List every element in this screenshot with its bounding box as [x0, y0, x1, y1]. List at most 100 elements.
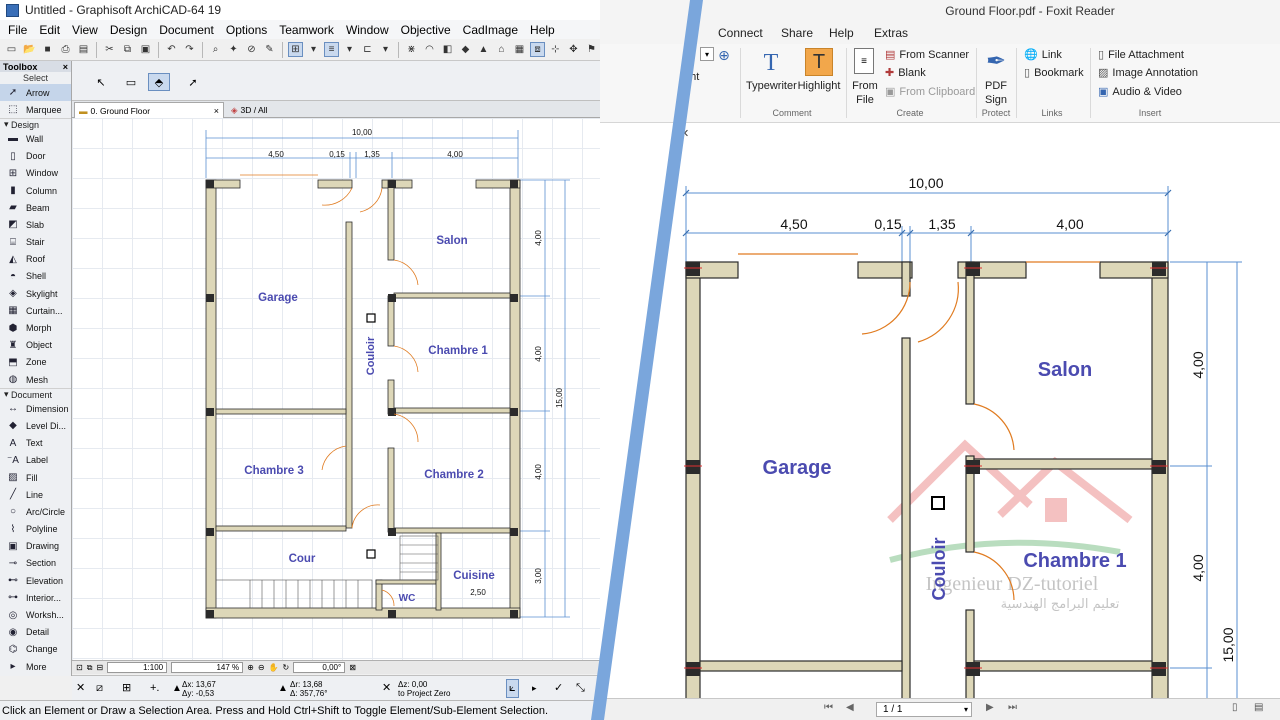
rotate-view-icon[interactable]: ↻ [283, 663, 290, 672]
single-page-icon[interactable]: ▯ [1232, 702, 1238, 713]
tab-ground-floor[interactable]: ▬ 0. Ground Floor × [74, 102, 224, 118]
elevation-icon[interactable]: ▲ [476, 42, 491, 57]
tool-door[interactable]: ▯ Door [0, 148, 71, 165]
tool-morph[interactable]: ⬢ Morph [0, 319, 71, 336]
file-attachment-button[interactable]: ▯ File Attachment [1098, 48, 1184, 62]
fit-in-window-icon[interactable]: ⊟ [96, 663, 103, 672]
zoom-in-icon[interactable]: ⊕ [247, 663, 254, 672]
fit-icon[interactable]: ⊠ [349, 663, 356, 672]
grid-snap-icon[interactable]: ⊹ [548, 42, 563, 57]
origin-icon[interactable]: +. [150, 679, 159, 698]
toolbox-group-document[interactable]: ▾ Document [0, 388, 71, 400]
previous-page-icon[interactable]: ◀ [846, 702, 854, 713]
menu-edit[interactable]: Edit [33, 23, 66, 37]
blank-button[interactable]: ✚ Blank [885, 66, 926, 80]
arrow-selection-icon[interactable]: ↖ [90, 73, 112, 91]
grid-icon[interactable]: ⊞ [122, 679, 131, 698]
zone-marker[interactable] [366, 313, 376, 323]
suspend-groups-icon[interactable]: ⧈ [530, 42, 545, 57]
inject-icon[interactable]: ✎ [262, 42, 277, 57]
tab-3d-all[interactable]: ◈ 3D / All [227, 102, 307, 118]
continuous-page-icon[interactable]: ▤ [1254, 702, 1263, 713]
trace-icon[interactable]: ▦ [512, 42, 527, 57]
undo-icon[interactable]: ↶ [164, 42, 179, 57]
new-file-icon[interactable]: ▭ [4, 42, 19, 57]
image-annotation-button[interactable]: ▨ Image Annotation [1098, 66, 1198, 80]
tool-column[interactable]: ▮ Column [0, 182, 71, 199]
print-icon[interactable]: ⎙ [58, 42, 73, 57]
from-scanner-button[interactable]: ▤ From Scanner [885, 48, 969, 62]
find-select-icon[interactable]: ⌕ [208, 42, 223, 57]
tool-elevation[interactable]: ⊷ Elevation [0, 572, 71, 589]
tool-interior-elevation[interactable]: ⊶ Interior... [0, 589, 71, 606]
menu-cadimage[interactable]: CadImage [457, 23, 524, 37]
dropdown-arrow-icon[interactable]: ▾ [700, 47, 714, 61]
dropdown-arrow-icon[interactable]: ▾ [306, 42, 321, 57]
relative-coords-icon[interactable]: ⟀ [506, 679, 519, 698]
dropdown-arrow-icon[interactable]: ▾ [342, 42, 357, 57]
tool-slab[interactable]: ◩ Slab [0, 216, 71, 233]
pick-up-icon[interactable]: ⊘ [244, 42, 259, 57]
menu-view[interactable]: View [66, 23, 104, 37]
tool-drawing[interactable]: ▣ Drawing [0, 538, 71, 555]
tool-fill[interactable]: ▨ Fill [0, 469, 71, 486]
redo-icon[interactable]: ↷ [182, 42, 197, 57]
tool-roof[interactable]: ◭ Roof [0, 251, 71, 268]
tool-window[interactable]: ⊞ Window [0, 165, 71, 182]
check-icon[interactable]: ✓ [554, 679, 563, 698]
layer-icon[interactable]: ⊞ [288, 42, 303, 57]
tool-curtain-wall[interactable]: ▦ Curtain... [0, 302, 71, 319]
menu-window[interactable]: Window [340, 23, 395, 37]
guide-icon[interactable]: ◠ [422, 42, 437, 57]
tool-arc-circle[interactable]: ○ Arc/Circle [0, 503, 71, 520]
guideline-icon[interactable]: ⤡ [576, 679, 585, 698]
tool-change[interactable]: ⌬ Change [0, 641, 71, 658]
copy-icon[interactable]: ⧉ [120, 42, 135, 57]
tool-level-dimension[interactable]: ◆ Level Di... [0, 417, 71, 434]
tool-skylight[interactable]: ◈ Skylight [0, 285, 71, 302]
tool-polyline[interactable]: ⌇ Polyline [0, 521, 71, 538]
view-settings-icon[interactable]: ⊡ [76, 663, 83, 672]
zoom-in-icon[interactable]: ⊕ [716, 47, 732, 63]
edit-plane-icon[interactable]: ⧄ [96, 679, 103, 698]
rotated-selection-icon[interactable]: ⬘ [148, 73, 170, 91]
menu-objective[interactable]: Objective [395, 23, 457, 37]
tool-detail[interactable]: ◉ Detail [0, 624, 71, 641]
dropdown-arrow-icon[interactable]: ▾ [378, 42, 393, 57]
tool-worksheet[interactable]: ◎ Worksh... [0, 606, 71, 623]
toolbox-group-design[interactable]: ▾ Design [0, 118, 71, 130]
rectangle-selection-icon[interactable]: ▭ [120, 73, 142, 91]
scale-field[interactable]: 1:100 [107, 662, 168, 673]
coord-polar[interactable]: Δr: 13,68 Δ: 357,76° [290, 679, 327, 698]
tool-line[interactable]: ╱ Line [0, 486, 71, 503]
from-clipboard-button[interactable]: ▣ From Clipboard [885, 85, 975, 99]
tool-stair[interactable]: ⌸ Stair [0, 234, 71, 251]
bookmark-button[interactable]: ▯ Bookmark [1024, 66, 1084, 80]
menu-teamwork[interactable]: Teamwork [273, 23, 340, 37]
orientation-field[interactable]: 0,00° [293, 662, 346, 673]
tool-more[interactable]: ▸ More [0, 658, 71, 675]
cut-icon[interactable]: ✂ [102, 42, 117, 57]
toolbox-close-icon[interactable]: × [63, 62, 68, 72]
tab-close-icon[interactable]: × [214, 106, 219, 116]
zoom-out-icon[interactable]: ⊖ [258, 663, 265, 672]
open-folder-icon[interactable]: 📂 [22, 42, 37, 57]
tool-arrow[interactable]: ➚ Arrow [0, 84, 71, 102]
model-view-icon[interactable]: ⊏ [360, 42, 375, 57]
tool-object[interactable]: ♜ Object [0, 337, 71, 354]
zone-marker[interactable] [366, 549, 376, 559]
link-button[interactable]: 🌐 Link [1024, 48, 1062, 62]
tool-mesh[interactable]: ◍ Mesh [0, 371, 71, 388]
coord-z[interactable]: Δz: 0,00 to Project Zero [398, 679, 450, 698]
ribbon-tab-extras[interactable]: Extras [874, 26, 908, 40]
pdf-document-view[interactable]: ✕ 10,00 4,50 0,15 1,35 4,00 4,00 4,00 15… [600, 123, 1280, 698]
tool-zone[interactable]: ⬒ Zone [0, 354, 71, 371]
tool-section[interactable]: ⊸ Section [0, 555, 71, 572]
cursor-icon[interactable]: ➚ [182, 73, 204, 91]
last-page-icon[interactable]: ⏭ [1008, 702, 1017, 713]
plot-icon[interactable]: ▤ [76, 42, 91, 57]
magic-wand-icon[interactable]: ✦ [226, 42, 241, 57]
menu-document[interactable]: Document [153, 23, 220, 37]
dropdown-arrow-icon[interactable]: ▸ [532, 679, 537, 698]
trim-icon[interactable]: ◧ [440, 42, 455, 57]
